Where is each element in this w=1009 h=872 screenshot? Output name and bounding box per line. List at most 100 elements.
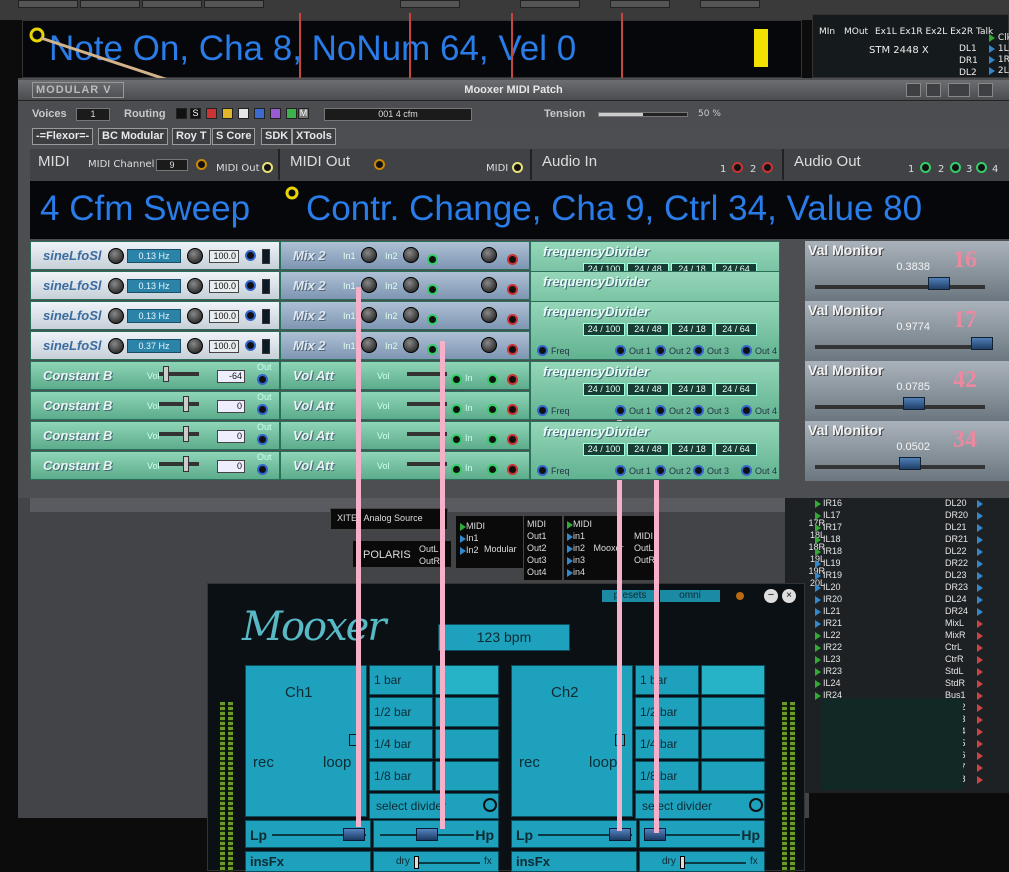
dl-item[interactable]: MixL [945,618,1009,628]
ir-item[interactable]: IL20 [815,582,841,592]
divider-knob-icon[interactable] [749,798,763,812]
stm-out-1r[interactable]: 1R [998,55,1009,65]
lp-thumb[interactable] [342,828,365,841]
out-jack-icon[interactable] [507,284,518,295]
modular-out4[interactable]: Out4 [527,566,559,578]
divider-ratio[interactable]: 24 / 48 [627,383,669,396]
stm-tab-min[interactable]: MIn [819,27,835,37]
ir-item[interactable]: IR23 [815,666,842,676]
routing-button-red[interactable] [206,108,217,119]
modular-out3[interactable]: Out3 [527,554,559,566]
dry-fx-slider[interactable]: dry fx [373,851,499,872]
jack-icon[interactable] [615,345,626,356]
amount-knob-icon[interactable] [187,248,203,264]
vol-slider[interactable] [159,432,199,436]
stm-out-dr1[interactable]: DR1 [959,55,978,67]
voices-field[interactable]: 1 [76,108,110,121]
in-jack-icon[interactable] [487,434,498,445]
hp-thumb[interactable] [416,828,438,841]
val-monitor-track[interactable] [815,405,985,409]
vol-slider-thumb[interactable] [183,396,189,412]
out-jack-icon[interactable] [507,464,518,475]
val-monitor-thumb[interactable] [970,337,993,350]
patch-cable[interactable] [356,287,361,292]
ir-item[interactable]: IL19 [815,558,841,568]
save-as-icon[interactable] [926,83,941,97]
output-jack-icon[interactable] [257,434,268,445]
in-jack-icon[interactable] [451,464,462,475]
dl-item[interactable]: DL21 [945,522,1009,532]
val-monitor-thumb[interactable] [928,277,951,290]
in-jack-icon[interactable] [427,254,438,265]
omni-button[interactable]: omni [660,590,720,602]
in-jack-icon[interactable] [427,314,438,325]
dry-fx-slider[interactable]: dry fx [639,851,765,872]
stm-tab-ex1r[interactable]: Ex1R [900,27,923,37]
divider-slot[interactable] [701,761,765,791]
routing-button-white[interactable] [238,108,249,119]
ir-item[interactable]: IL23 [815,654,841,664]
divider-slot[interactable] [701,729,765,759]
stm-tab-ex2l[interactable]: Ex2L [925,27,947,37]
ir-item[interactable]: IL18 [815,534,841,544]
analog-source-node[interactable]: XITE Analog Source [330,508,448,530]
dl-item[interactable]: DR22 [945,558,1009,568]
ir-item[interactable]: IR16 [815,498,842,508]
flexor-button[interactable]: -=Flexor=- [32,128,94,145]
stm-out-1l[interactable]: 1L [998,44,1009,54]
out-jack-icon[interactable] [507,434,518,445]
toolbar-tab[interactable] [80,0,140,8]
in-jack-icon[interactable] [487,464,498,475]
jack-icon[interactable] [655,345,666,356]
output-jack-icon[interactable] [257,374,268,385]
ir-item[interactable]: IR19 [815,570,842,580]
divider-ratio[interactable]: 24 / 18 [671,323,713,336]
dl-item[interactable]: DR20 [945,510,1009,520]
jack-icon[interactable] [693,345,704,356]
vol-slider-thumb[interactable] [183,456,189,472]
divider-ratio[interactable]: 24 / 64 [715,383,757,396]
dl-item[interactable]: DL24 [945,594,1009,604]
mooxer-node[interactable]: MIDI in1 in2 Mooxer in3 in4 MIDI OutL Ou… [563,515,659,581]
ir-item[interactable]: IL24 [815,678,841,688]
stm-out-2l[interactable]: 2L [998,66,1009,76]
divider-option[interactable]: 1 bar [369,665,433,695]
routing-button-blue[interactable] [254,108,265,119]
output-jack-icon[interactable] [245,340,256,351]
toolbar-tab[interactable] [204,0,264,8]
out-jack-icon[interactable] [507,254,518,265]
amount-knob-icon[interactable] [187,278,203,294]
tension-slider[interactable] [598,112,688,117]
modular-in1[interactable]: In1 [466,533,479,543]
dl-item[interactable]: StdL [945,666,1009,676]
audio-out-jack-icon[interactable] [950,162,961,173]
out-jack-icon[interactable] [507,404,518,415]
jack-icon[interactable] [615,405,626,416]
patch-name-field[interactable]: 001 4 cfm [324,108,472,121]
midi-out-jack-icon[interactable] [262,162,273,173]
patch-cable[interactable] [440,341,445,829]
divider-ratio[interactable]: 24 / 100 [583,383,625,396]
in1-knob-icon[interactable] [361,277,377,293]
stm-tab-mout[interactable]: MOut [844,27,868,37]
dl-item[interactable]: DR24 [945,606,1009,616]
patch-cable[interactable] [654,463,659,833]
s-core-button[interactable]: S Core [212,128,256,145]
divider-ratio[interactable]: 24 / 100 [583,443,625,456]
jack-icon[interactable] [537,345,548,356]
jack-icon[interactable] [537,465,548,476]
in2-knob-icon[interactable] [403,277,419,293]
in-jack-icon[interactable] [451,404,462,415]
ir-item[interactable]: IR17 [815,522,842,532]
divider-ratio[interactable]: 24 / 64 [715,443,757,456]
polaris-outr[interactable]: OutR [419,556,440,566]
patch-cable[interactable] [440,341,445,346]
bpm-display[interactable]: 123 bpm [438,624,570,651]
value-field[interactable]: 0 [217,430,245,443]
out-knob-icon[interactable] [481,247,497,263]
out-knob-icon[interactable] [481,337,497,353]
in-jack-icon[interactable] [451,374,462,385]
rate-field[interactable]: 0.13 Hz [127,249,181,263]
routing-button-yellow[interactable] [222,108,233,119]
mooxer-out-r[interactable]: OutR [634,554,655,566]
